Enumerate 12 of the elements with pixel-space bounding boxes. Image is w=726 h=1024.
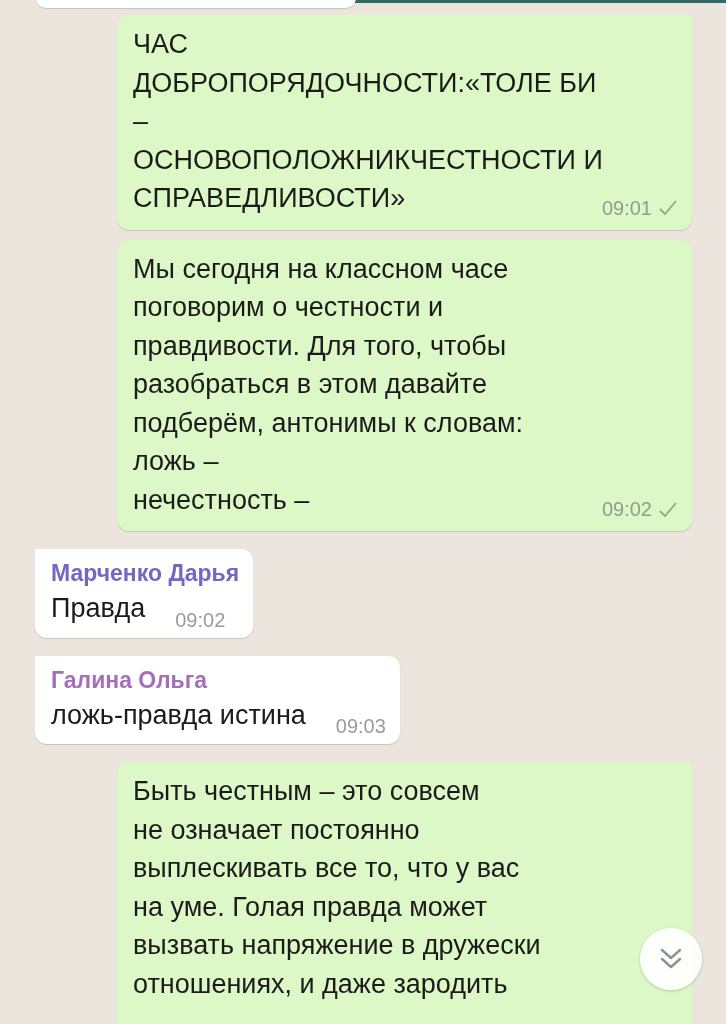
sender-name: Марченко Дарья [51, 559, 240, 588]
double-chevron-icon [658, 947, 684, 971]
sender-name: Галина Ольга [51, 665, 209, 695]
message-text: ЧАС ДОБРОПОРЯДОЧНОСТИ:«ТОЛЕ БИ – ОСНОВОПОЛОЖНИКЧЕСТНОСТИ И СПРАВЕДЛИВОСТИ» [133, 28, 603, 213]
message-time: 09:02 [175, 608, 226, 632]
message-text: Быть честным – это совсем не означает постоянно выплескивать все то, что у вас на уме. Голая правда может вызвать напряжение в дружески отношениях, и даже зародить [133, 775, 541, 1001]
message-time: 09:01 [601, 196, 652, 220]
message-time: 09:03 [335, 715, 386, 738]
message-text: Мы сегодня на классном часе поговорим о честности и правдивости. Для того, чтобы разобраться в этом давайте подберём, антонимы к словам: ложь – нечестность – [133, 252, 524, 517]
message-text: Правда [51, 592, 146, 625]
message-time: 09:02 [601, 498, 652, 521]
message-text: ложь-правда истина [51, 698, 306, 732]
